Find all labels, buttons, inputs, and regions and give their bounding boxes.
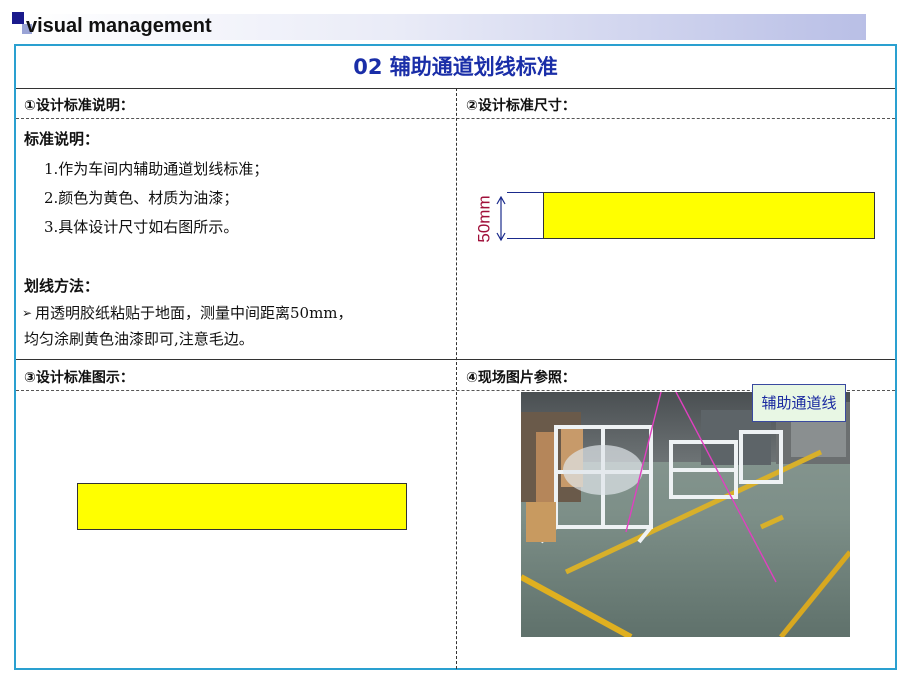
method-line: 用透明胶纸粘贴于地面，测量中间距离50mm，	[35, 304, 353, 322]
section-title: 02 辅助通道划线标准	[353, 55, 558, 79]
dimension-label: 50mm	[474, 196, 493, 242]
list-item: 2.颜色为黄色、材质为油漆；	[44, 189, 239, 207]
method-heading: 划线方法：	[24, 277, 100, 295]
bullet-arrow-icon: ➢	[22, 306, 33, 320]
method-line: 均匀涂刷黄色油漆即可,注意毛边。	[24, 330, 254, 348]
dimension-line-bottom	[507, 238, 543, 239]
column-divider	[456, 88, 457, 669]
site-photo	[521, 392, 850, 637]
cell-label-site-photo: ④现场图片参照：	[466, 370, 576, 386]
header-title: visual management	[26, 15, 212, 37]
callout-label: 辅助通道线	[752, 384, 846, 422]
yellow-line-size-sample	[543, 192, 875, 239]
yellow-line-diagram	[77, 483, 407, 530]
cell-label-design-diagram: ③设计标准图示：	[24, 370, 134, 386]
dimension-line-top	[507, 192, 543, 193]
list-item: 3.具体设计尺寸如右图所示。	[44, 218, 239, 236]
standard-heading: 标准说明：	[24, 130, 100, 148]
list-item: 1.作为车间内辅助通道划线标准；	[44, 160, 269, 178]
cell-label-design-size: ②设计标准尺寸：	[466, 98, 576, 114]
dimension-indicator: 50mm	[473, 195, 507, 243]
header-square-icon	[12, 12, 24, 24]
cell-label-design-description: ①设计标准说明：	[24, 98, 134, 114]
